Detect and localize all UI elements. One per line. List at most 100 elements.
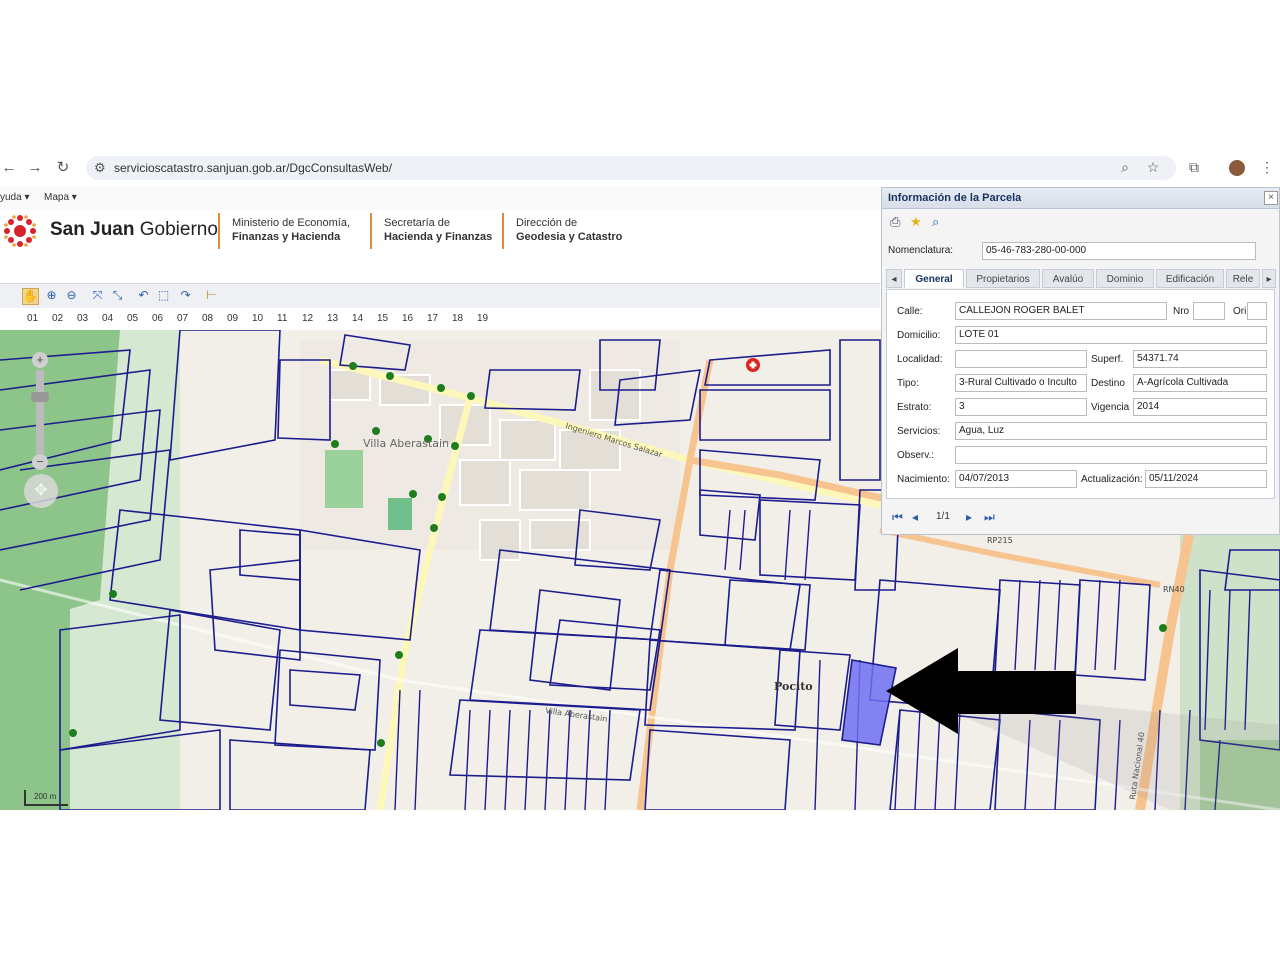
map-toolbar: ✋ ⊕ ⊖ ⤧ ⤡ ↶ ⬚ ↷ ⊢ bbox=[0, 283, 880, 309]
zoom-to-parcel-icon[interactable]: ⌕ bbox=[932, 214, 939, 230]
localidad-label: Localidad: bbox=[897, 354, 943, 365]
servicios-field[interactable]: Agua, Luz bbox=[955, 422, 1267, 440]
domicilio-label: Domicilio: bbox=[897, 330, 941, 341]
san-juan-sun-logo-icon bbox=[4, 215, 36, 247]
zoom-plus-icon[interactable]: + bbox=[32, 352, 48, 368]
header-separator bbox=[502, 213, 504, 249]
scale-bar: 200 m bbox=[24, 790, 68, 806]
full-extent-icon[interactable]: ⤧ bbox=[90, 288, 105, 303]
zoom-slider[interactable]: + − bbox=[28, 352, 52, 472]
zoom-extent-icon[interactable]: ⤡ bbox=[110, 288, 125, 303]
select-box-icon[interactable]: ⬚ bbox=[156, 288, 171, 303]
url-text: servicioscatastro.sanjuan.gob.ar/DgcCons… bbox=[114, 161, 392, 175]
calle-field[interactable]: CALLEJON ROGER BALET bbox=[955, 302, 1167, 320]
vigencia-label: Vigencia bbox=[1091, 402, 1130, 413]
zoom-thumb[interactable] bbox=[31, 392, 49, 402]
direccion-label: Dirección de Geodesia y Catastro bbox=[516, 217, 623, 243]
map-label-villa: Villa Aberastain bbox=[363, 437, 449, 450]
panel-tabs: ◂ General Propietarios Avalúo Dominio Ed… bbox=[886, 269, 1276, 289]
localidad-field[interactable] bbox=[955, 350, 1087, 368]
ruler-number: 08 bbox=[202, 313, 214, 324]
servicios-label: Servicios: bbox=[897, 426, 941, 437]
nro-label: Nro bbox=[1173, 306, 1190, 317]
panel-title: Información de la Parcela bbox=[888, 192, 1022, 204]
map-label-rn40: RN40 bbox=[1163, 585, 1185, 594]
redo-icon[interactable]: ↷ bbox=[178, 288, 193, 303]
tab-dominio[interactable]: Dominio bbox=[1096, 269, 1154, 288]
ruler-number: 17 bbox=[427, 313, 439, 324]
tab-scroll-left-icon[interactable]: ◂ bbox=[886, 269, 902, 288]
zoom-minus-icon[interactable]: − bbox=[32, 454, 48, 470]
ruler-number: 18 bbox=[452, 313, 464, 324]
ruler-number: 19 bbox=[477, 313, 489, 324]
tipo-field[interactable]: 3-Rural Cultivado o Inculto bbox=[955, 374, 1087, 392]
ruler-number: 04 bbox=[102, 313, 114, 324]
destino-field[interactable]: A-Agrícola Cultivada bbox=[1133, 374, 1267, 392]
tab-edificacion[interactable]: Edificación bbox=[1156, 269, 1224, 288]
forward-icon[interactable]: → bbox=[26, 159, 44, 177]
ruler-number: 02 bbox=[52, 313, 64, 324]
header-separator bbox=[218, 213, 220, 249]
next-page-icon[interactable]: ▸ bbox=[966, 510, 972, 524]
arrow-pointer-icon bbox=[886, 648, 1076, 734]
header-separator bbox=[370, 213, 372, 249]
address-bar[interactable]: ⚙ servicioscatastro.sanjuan.gob.ar/DgcCo… bbox=[86, 156, 1176, 180]
first-page-icon[interactable]: ⏮ bbox=[892, 510, 903, 525]
browser-toolbar: ← → ↻ ⚙ servicioscatastro.sanjuan.gob.ar… bbox=[0, 153, 1280, 183]
ruler-number: 05 bbox=[127, 313, 139, 324]
prev-page-icon[interactable]: ◂ bbox=[912, 510, 918, 524]
zoom-track[interactable] bbox=[36, 370, 44, 454]
tab-scroll-right-icon[interactable]: ▸ bbox=[1262, 269, 1276, 288]
ruler-number: 16 bbox=[402, 313, 414, 324]
estrato-label: Estrato: bbox=[897, 402, 932, 413]
ruler-number: 15 bbox=[377, 313, 389, 324]
tab-general[interactable]: General bbox=[904, 269, 964, 288]
reload-icon[interactable]: ↻ bbox=[54, 159, 72, 177]
parcel-info-panel: Información de la Parcela × ⎙ ★ ⌕ Nomenc… bbox=[881, 187, 1280, 535]
zoom-out-tool-icon[interactable]: ⊖ bbox=[64, 288, 79, 303]
zoom-in-tool-icon[interactable]: ⊕ bbox=[44, 288, 59, 303]
calle-label: Calle: bbox=[897, 306, 923, 317]
pan-control-icon[interactable]: ✥ bbox=[24, 474, 58, 508]
print-icon[interactable]: ⎙ bbox=[890, 214, 900, 230]
favorite-star-icon[interactable]: ★ bbox=[910, 214, 922, 230]
nomenclatura-field[interactable]: 05-46-783-280-00-000 bbox=[982, 242, 1256, 260]
observaciones-field[interactable] bbox=[955, 446, 1267, 464]
undo-icon[interactable]: ↶ bbox=[136, 288, 151, 303]
last-page-icon[interactable]: ⏭ bbox=[984, 510, 995, 525]
tab-rele[interactable]: Rele bbox=[1226, 269, 1260, 288]
site-info-icon[interactable]: ⚙ bbox=[94, 160, 106, 176]
secretaria-label: Secretaría de Hacienda y Finanzas bbox=[384, 217, 493, 243]
nro-field[interactable] bbox=[1193, 302, 1225, 320]
ruler-number: 14 bbox=[352, 313, 364, 324]
tab-avaluo[interactable]: Avalúo bbox=[1042, 269, 1094, 288]
extensions-icon[interactable]: ⧉ bbox=[1185, 159, 1203, 176]
estrato-field[interactable]: 3 bbox=[955, 398, 1087, 416]
nacimiento-field[interactable]: 04/07/2013 bbox=[955, 470, 1077, 488]
actualizacion-field[interactable]: 05/11/2024 bbox=[1145, 470, 1267, 488]
superficie-field[interactable]: 54371.74 bbox=[1133, 350, 1267, 368]
bookmark-star-icon[interactable]: ☆ bbox=[1144, 159, 1162, 176]
ruler-number: 06 bbox=[152, 313, 164, 324]
panel-title-bar[interactable]: Información de la Parcela × bbox=[882, 188, 1279, 209]
menu-ayuda[interactable]: yuda ▾ bbox=[0, 192, 29, 203]
page-indicator: 1/1 bbox=[936, 511, 950, 522]
pan-hand-icon[interactable]: ✋ bbox=[22, 288, 39, 305]
back-icon[interactable]: ← bbox=[0, 159, 18, 177]
observaciones-label: Observ.: bbox=[897, 450, 935, 461]
brand-name: San Juan Gobierno bbox=[50, 219, 218, 240]
profile-avatar-icon[interactable] bbox=[1229, 160, 1245, 176]
record-pager: ⏮ ◂ 1/1 ▸ ⏭ bbox=[886, 510, 1276, 528]
more-menu-icon[interactable]: ⋮ bbox=[1258, 159, 1276, 176]
ori-field[interactable] bbox=[1247, 302, 1267, 320]
nomenclatura-label: Nomenclatura: bbox=[888, 245, 954, 256]
menu-mapa[interactable]: Mapa ▾ bbox=[44, 192, 77, 203]
map-label-pocito: Pocito bbox=[774, 680, 813, 693]
vigencia-field[interactable]: 2014 bbox=[1133, 398, 1267, 416]
domicilio-field[interactable]: LOTE 01 bbox=[955, 326, 1267, 344]
zoom-icon[interactable]: ⌕ bbox=[1116, 159, 1134, 176]
tab-propietarios[interactable]: Propietarios bbox=[966, 269, 1040, 288]
map-label-rp215: RP215 bbox=[987, 536, 1013, 545]
close-icon[interactable]: × bbox=[1264, 191, 1278, 205]
measure-icon[interactable]: ⊢ bbox=[204, 288, 219, 303]
